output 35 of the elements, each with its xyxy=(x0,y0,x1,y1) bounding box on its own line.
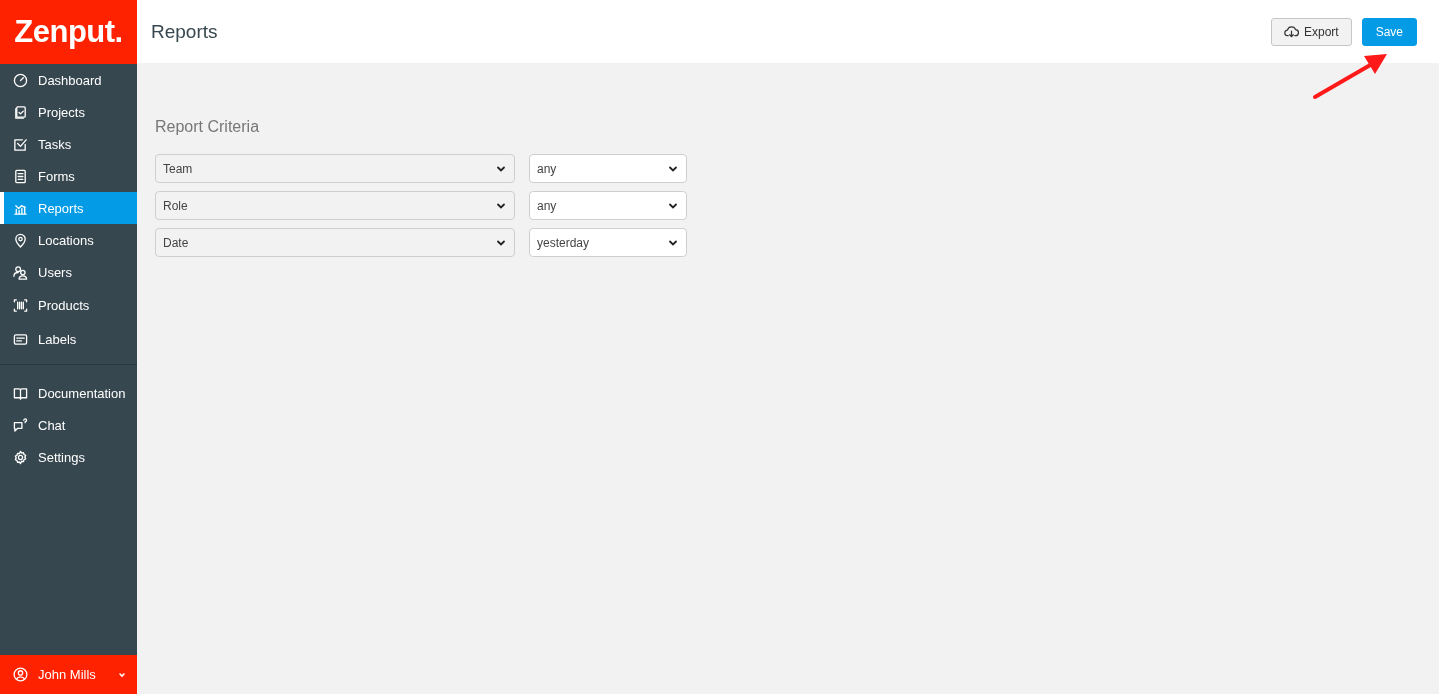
section-title: Report Criteria xyxy=(155,118,261,136)
export-button[interactable]: Export xyxy=(1270,17,1352,46)
book-icon xyxy=(13,385,28,401)
gauge-icon xyxy=(13,72,28,88)
checkbox-icon xyxy=(13,136,28,152)
sidebar-item[interactable]: Labels xyxy=(0,322,137,356)
sidebar-item[interactable]: Settings xyxy=(0,441,137,473)
value-dropdown[interactable]: any xyxy=(529,154,687,183)
documents-icon xyxy=(13,104,28,120)
sidebar-item[interactable]: Documentation xyxy=(0,377,137,409)
page-title: Reports xyxy=(151,20,219,43)
cloud-download-icon xyxy=(1283,24,1299,39)
sidebar-item[interactable]: Forms xyxy=(0,160,137,192)
sidebar-item[interactable]: Tasks xyxy=(0,128,137,160)
value-dropdown[interactable]: yesterday xyxy=(529,228,687,257)
label-icon xyxy=(13,331,28,347)
chat-question-icon xyxy=(13,417,28,433)
criteria-dropdown[interactable]: Team xyxy=(155,154,515,183)
sidebar-item[interactable]: Locations xyxy=(0,224,137,256)
sidebar-item[interactable]: Users xyxy=(0,256,137,288)
criteria-dropdown[interactable]: Date xyxy=(155,228,515,257)
document-icon xyxy=(13,168,28,184)
sidebar-item[interactable]: Dashboard xyxy=(0,64,137,96)
user-menu[interactable]: John Mills xyxy=(0,655,137,694)
users-icon xyxy=(13,264,28,280)
value-dropdown[interactable]: any xyxy=(529,191,687,220)
sidebar-item[interactable]: Products xyxy=(0,288,137,322)
sidebar-item[interactable]: Chat xyxy=(0,409,137,441)
user-avatar-icon xyxy=(13,667,28,682)
barcode-icon xyxy=(13,297,28,313)
location-pin-icon xyxy=(13,232,28,248)
gear-icon xyxy=(13,449,28,465)
criteria-dropdown[interactable]: Role xyxy=(155,191,515,220)
logo[interactable]: Zenput. xyxy=(0,0,137,64)
sidebar-item[interactable]: Projects xyxy=(0,96,137,128)
